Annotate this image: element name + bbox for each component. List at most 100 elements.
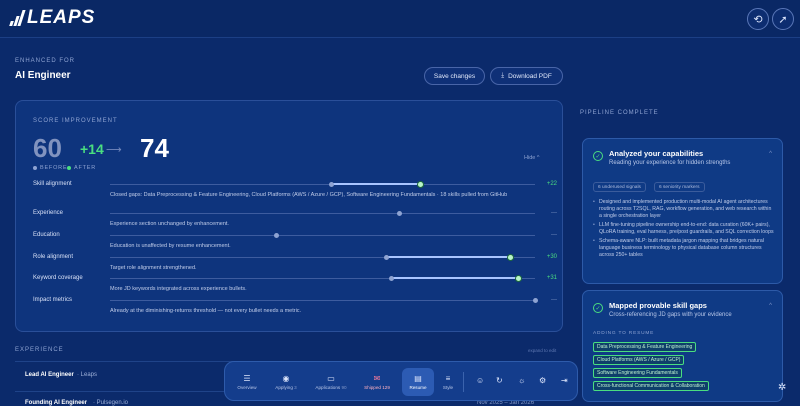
logout-icon[interactable]: ⇥ bbox=[561, 376, 568, 385]
dock-divider bbox=[463, 372, 464, 392]
metric-delta: +22 bbox=[546, 181, 557, 187]
refresh-icon[interactable]: ↻ bbox=[496, 376, 503, 385]
metric-name: Keyword coverage bbox=[33, 275, 83, 281]
metric-before-marker bbox=[384, 255, 390, 260]
page-title: AI Engineer bbox=[15, 70, 71, 81]
legend-after: AFTER bbox=[67, 165, 96, 171]
dock-label: Resume bbox=[409, 385, 427, 390]
dock-item-applications[interactable]: ▭ Applications 90 bbox=[309, 368, 353, 396]
logo-text: LEAPS bbox=[27, 7, 96, 28]
legend-before-label: BEFORE bbox=[40, 165, 68, 171]
metric-after-marker bbox=[417, 181, 425, 188]
metric-before-marker bbox=[397, 211, 402, 216]
metric-delta: +30 bbox=[546, 254, 557, 260]
metric-improvement-fill bbox=[390, 277, 518, 279]
gear-icon[interactable]: ⚙ bbox=[539, 376, 546, 385]
signal-chip: 6 seniority markers bbox=[654, 182, 705, 192]
rocket-icon: ➚ bbox=[778, 13, 788, 26]
hide-label: Hide bbox=[524, 155, 536, 161]
sliders-icon: ≡ bbox=[445, 374, 451, 383]
dock-label: Applying 3 bbox=[275, 385, 297, 390]
sun-icon[interactable]: ☼ bbox=[518, 376, 525, 385]
metric-name: Education bbox=[33, 232, 60, 238]
chevron-up-icon[interactable]: ^ bbox=[769, 151, 772, 157]
capability-bullets: Designed and implemented production mult… bbox=[593, 199, 775, 261]
chevron-up-icon: ^ bbox=[536, 155, 540, 161]
settings-gear-icon[interactable]: ✲ bbox=[778, 382, 786, 393]
metric-after-marker bbox=[506, 254, 514, 261]
metric-after-marker bbox=[515, 275, 522, 282]
dock-label: Style bbox=[442, 385, 454, 390]
refresh-button[interactable]: ⟲ bbox=[747, 8, 769, 30]
metric-name: Role alignment bbox=[33, 254, 74, 260]
metric-track bbox=[110, 254, 535, 261]
metric-before-marker bbox=[329, 182, 334, 187]
app-logo[interactable]: LEAPS bbox=[9, 7, 96, 29]
arrow-right-icon: ⟶ bbox=[106, 144, 122, 156]
capability-bullet: Designed and implemented production mult… bbox=[593, 199, 775, 220]
pipeline-complete-label: PIPELINE COMPLETE bbox=[580, 110, 659, 116]
dock-item-overview[interactable]: ☰ Overview bbox=[233, 368, 261, 396]
metric-delta: — bbox=[551, 210, 557, 216]
score-before: 60 bbox=[33, 133, 62, 163]
metric-name: Impact metrics bbox=[33, 297, 73, 303]
dock-label: Overview bbox=[237, 385, 257, 390]
hide-toggle[interactable]: Hide ^ bbox=[524, 155, 539, 161]
download-pdf-label: Download PDF bbox=[508, 72, 552, 80]
save-changes-label: Save changes bbox=[433, 72, 476, 80]
metric-improvement-fill bbox=[386, 256, 510, 258]
step-subtitle: Cross-referencing JD gaps with your evid… bbox=[609, 312, 732, 318]
download-icon: ⤓ bbox=[501, 72, 505, 79]
logo-bars-icon bbox=[9, 10, 26, 26]
launch-button[interactable]: ➚ bbox=[772, 8, 794, 30]
experience-label: EXPERIENCE bbox=[15, 347, 64, 353]
metric-track bbox=[110, 233, 535, 238]
enhanced-for-label: ENHANCED FOR bbox=[15, 58, 76, 64]
metric-delta: — bbox=[551, 297, 557, 303]
dock-item-shipped[interactable]: ✉ Shipped 129 bbox=[359, 368, 395, 396]
skill-tag: Cross-functional Communication & Collabo… bbox=[593, 381, 709, 391]
metric-note: More JD keywords integrated across exper… bbox=[110, 286, 247, 292]
dock-item-resume[interactable]: ▤ Resume bbox=[402, 368, 434, 396]
experience-company: · Pulsegen.io bbox=[93, 400, 129, 406]
metric-note: Closed gaps: Data Preprocessing & Featur… bbox=[110, 192, 508, 198]
chevron-up-icon[interactable]: ^ bbox=[769, 303, 772, 309]
metric-track bbox=[110, 181, 535, 188]
dock-item-style[interactable]: ≡ Style bbox=[437, 368, 459, 396]
metric-track bbox=[110, 275, 535, 282]
experience-company: · Leaps bbox=[77, 372, 98, 378]
experience-title: Lead AI Engineer bbox=[25, 372, 74, 378]
step-title: Analyzed your capabilities bbox=[609, 149, 704, 158]
legend-before: BEFORE bbox=[33, 165, 67, 171]
score-improvement-card: SCORE IMPROVEMENT 60 +14 ⟶ 74 BEFORE AFT… bbox=[15, 100, 563, 332]
broadcast-icon: ◉ bbox=[282, 374, 290, 383]
metric-track bbox=[110, 298, 538, 303]
overview-icon: ☰ bbox=[243, 374, 251, 383]
smile-icon[interactable]: ☺ bbox=[476, 376, 484, 385]
metric-before-marker bbox=[273, 233, 279, 238]
pipeline-step-analyzed[interactable]: ✓ ^ Analyzed your capabilities Reading y… bbox=[582, 138, 783, 284]
dock-label: Shipped 129 bbox=[364, 385, 390, 390]
metric-note: Already at the diminishing-returns thres… bbox=[110, 308, 302, 314]
download-pdf-button[interactable]: ⤓ Download PDF bbox=[490, 67, 563, 85]
metric-improvement-fill bbox=[331, 183, 421, 185]
top-bar: LEAPS ⟲ ➚ bbox=[0, 0, 800, 38]
save-changes-button[interactable]: Save changes bbox=[424, 67, 485, 85]
metric-delta: — bbox=[551, 232, 557, 238]
pipeline-step-mapped[interactable]: ✓ ^ Mapped provable skill gaps Cross-ref… bbox=[582, 290, 783, 402]
skill-tag: Data Preprocessing & Feature Engineering bbox=[593, 342, 697, 352]
metric-note: Education is unaffected by resume enhanc… bbox=[110, 243, 231, 249]
legend-dot-after bbox=[67, 166, 71, 170]
check-icon: ✓ bbox=[593, 151, 603, 161]
signal-chip: 6 underused signals bbox=[593, 182, 646, 192]
refresh-icon: ⟲ bbox=[753, 13, 763, 26]
score-improvement-label: SCORE IMPROVEMENT bbox=[33, 118, 118, 124]
metric-delta: +31 bbox=[546, 275, 557, 281]
skill-tag: Software Engineering Fundamentals bbox=[593, 368, 682, 378]
step-subtitle: Reading your experience for hidden stren… bbox=[609, 160, 731, 166]
metric-name: Skill alignment bbox=[33, 181, 72, 187]
metric-track bbox=[110, 211, 535, 216]
capability-bullet: LLM fine-tuning pipeline ownership end-t… bbox=[593, 222, 775, 236]
briefcase-icon: ▭ bbox=[327, 374, 335, 383]
dock-item-applying[interactable]: ◉ Applying 3 bbox=[269, 368, 303, 396]
